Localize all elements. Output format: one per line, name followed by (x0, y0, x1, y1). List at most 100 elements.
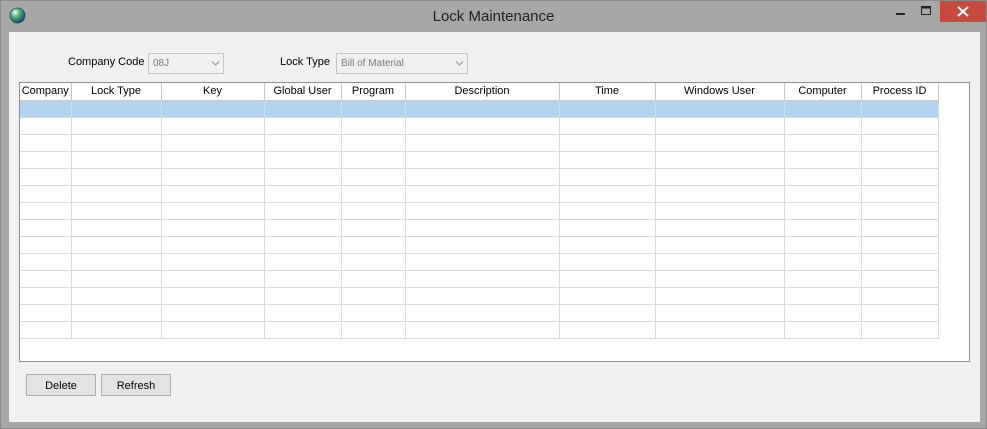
table-cell[interactable] (559, 100, 656, 118)
table-cell[interactable] (20, 253, 72, 271)
table-cell[interactable] (405, 185, 560, 203)
table-cell[interactable] (861, 236, 939, 254)
table-row[interactable] (20, 287, 939, 305)
table-cell[interactable] (559, 168, 656, 186)
table-cell[interactable] (784, 100, 862, 118)
table-cell[interactable] (655, 202, 785, 220)
table-cell[interactable] (559, 236, 656, 254)
table-cell[interactable] (341, 100, 406, 118)
minimize-button[interactable] (887, 1, 913, 22)
table-cell[interactable] (405, 270, 560, 288)
table-cell[interactable] (861, 151, 939, 169)
table-row[interactable] (20, 219, 939, 237)
table-cell[interactable] (784, 168, 862, 186)
column-header-computer[interactable]: Computer (784, 83, 862, 101)
table-row-selected[interactable] (20, 100, 939, 118)
table-cell[interactable] (861, 219, 939, 237)
lock-type-select[interactable]: Bill of Material (336, 53, 468, 74)
table-cell[interactable] (559, 270, 656, 288)
table-cell[interactable] (264, 117, 342, 135)
table-cell[interactable] (405, 253, 560, 271)
table-cell[interactable] (341, 253, 406, 271)
table-cell[interactable] (71, 117, 162, 135)
table-cell[interactable] (20, 151, 72, 169)
table-cell[interactable] (71, 270, 162, 288)
table-cell[interactable] (161, 321, 265, 339)
maximize-button[interactable] (913, 1, 939, 22)
table-cell[interactable] (784, 117, 862, 135)
column-header-global-user[interactable]: Global User (264, 83, 342, 101)
column-header-key[interactable]: Key (161, 83, 265, 101)
table-cell[interactable] (655, 151, 785, 169)
table-cell[interactable] (861, 321, 939, 339)
table-cell[interactable] (161, 100, 265, 118)
table-cell[interactable] (861, 304, 939, 322)
table-cell[interactable] (264, 100, 342, 118)
table-cell[interactable] (71, 168, 162, 186)
table-cell[interactable] (20, 304, 72, 322)
table-cell[interactable] (71, 321, 162, 339)
table-cell[interactable] (20, 168, 72, 186)
table-row[interactable] (20, 117, 939, 135)
table-cell[interactable] (264, 236, 342, 254)
column-header-description[interactable]: Description (405, 83, 560, 101)
table-cell[interactable] (861, 100, 939, 118)
table-cell[interactable] (161, 202, 265, 220)
table-cell[interactable] (405, 117, 560, 135)
table-cell[interactable] (784, 236, 862, 254)
table-cell[interactable] (264, 151, 342, 169)
table-cell[interactable] (161, 270, 265, 288)
table-cell[interactable] (405, 100, 560, 118)
table-cell[interactable] (655, 253, 785, 271)
table-cell[interactable] (264, 134, 342, 152)
table-cell[interactable] (405, 151, 560, 169)
table-cell[interactable] (655, 100, 785, 118)
table-row[interactable] (20, 134, 939, 152)
table-cell[interactable] (559, 321, 656, 339)
table-cell[interactable] (264, 185, 342, 203)
table-cell[interactable] (71, 304, 162, 322)
table-cell[interactable] (655, 287, 785, 305)
table-cell[interactable] (559, 287, 656, 305)
table-cell[interactable] (341, 202, 406, 220)
table-cell[interactable] (264, 321, 342, 339)
close-button[interactable] (940, 1, 986, 22)
table-cell[interactable] (71, 287, 162, 305)
table-cell[interactable] (71, 236, 162, 254)
table-cell[interactable] (20, 219, 72, 237)
table-cell[interactable] (784, 304, 862, 322)
table-cell[interactable] (161, 219, 265, 237)
table-cell[interactable] (161, 304, 265, 322)
refresh-button[interactable]: Refresh (101, 374, 171, 396)
table-cell[interactable] (161, 287, 265, 305)
table-cell[interactable] (655, 185, 785, 203)
table-cell[interactable] (405, 321, 560, 339)
table-cell[interactable] (655, 168, 785, 186)
table-cell[interactable] (559, 202, 656, 220)
table-cell[interactable] (161, 253, 265, 271)
table-row[interactable] (20, 304, 939, 322)
column-header-company[interactable]: Company (20, 83, 72, 101)
table-cell[interactable] (20, 202, 72, 220)
table-cell[interactable] (20, 134, 72, 152)
table-cell[interactable] (20, 287, 72, 305)
company-code-select[interactable]: 08J (148, 53, 224, 74)
table-cell[interactable] (655, 117, 785, 135)
table-cell[interactable] (161, 117, 265, 135)
table-cell[interactable] (264, 253, 342, 271)
column-header-time[interactable]: Time (559, 83, 656, 101)
table-cell[interactable] (71, 253, 162, 271)
table-cell[interactable] (20, 236, 72, 254)
table-row[interactable] (20, 151, 939, 169)
table-cell[interactable] (264, 304, 342, 322)
title-bar[interactable]: Lock Maintenance (1, 1, 986, 32)
table-cell[interactable] (655, 321, 785, 339)
table-row[interactable] (20, 270, 939, 288)
table-cell[interactable] (71, 185, 162, 203)
table-cell[interactable] (264, 270, 342, 288)
table-cell[interactable] (861, 168, 939, 186)
table-cell[interactable] (20, 117, 72, 135)
table-cell[interactable] (559, 185, 656, 203)
table-cell[interactable] (861, 134, 939, 152)
table-cell[interactable] (784, 151, 862, 169)
